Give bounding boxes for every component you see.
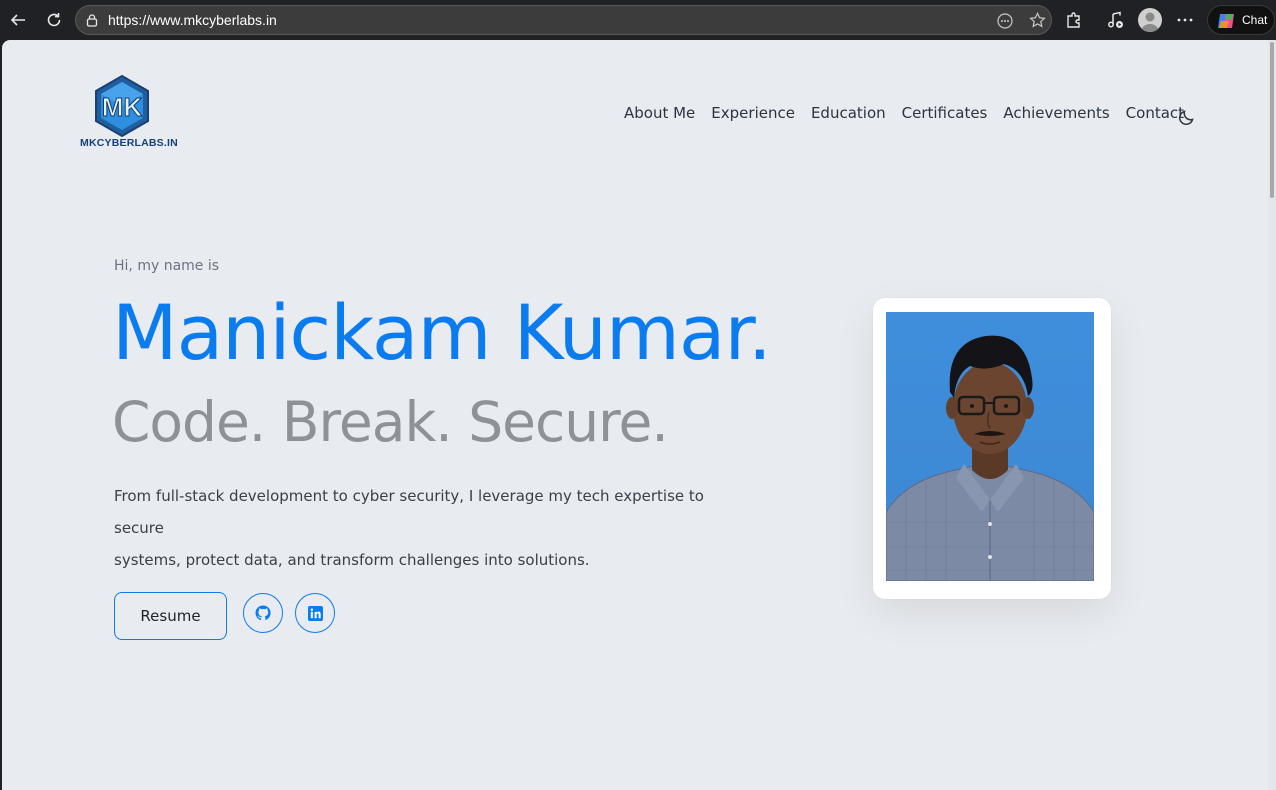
- url-text: https://www.mkcyberlabs.in: [108, 12, 277, 28]
- media-control-icon[interactable]: [1105, 10, 1125, 30]
- logo-mark: MK: [102, 92, 143, 122]
- main-nav: About Me Experience Education Certificat…: [624, 104, 1184, 122]
- linkedin-button[interactable]: [295, 593, 335, 633]
- hero-name: Manickam Kumar.: [112, 288, 772, 377]
- linkedin-icon: [307, 605, 323, 621]
- github-button[interactable]: [243, 593, 283, 633]
- logo-text: MKCYBERLABS.IN: [80, 137, 178, 149]
- hero-intro: From full-stack development to cyber sec…: [114, 480, 754, 576]
- back-arrow-icon: [10, 14, 25, 26]
- nav-education[interactable]: Education: [811, 104, 886, 122]
- scroll-thumb[interactable]: [1270, 42, 1274, 198]
- site-logo[interactable]: MK MKCYBERLABS.IN: [80, 74, 178, 154]
- profile-photo: [886, 312, 1094, 581]
- extensions-icon[interactable]: [1064, 10, 1084, 30]
- nav-about-me[interactable]: About Me: [624, 104, 695, 122]
- back-button[interactable]: [6, 8, 30, 32]
- nav-experience[interactable]: Experience: [711, 104, 795, 122]
- intro-line-2: systems, protect data, and transform cha…: [114, 551, 590, 569]
- profile-avatar[interactable]: [1138, 8, 1162, 32]
- hero-tagline: Code. Break. Secure.: [112, 390, 669, 454]
- nav-certificates[interactable]: Certificates: [902, 104, 988, 122]
- resume-button[interactable]: Resume: [114, 592, 227, 640]
- favorite-star-icon[interactable]: [1028, 11, 1047, 30]
- more-options-icon[interactable]: [1176, 12, 1194, 28]
- intro-line-1: From full-stack development to cyber sec…: [114, 487, 704, 537]
- nav-contact[interactable]: Contact: [1126, 104, 1184, 122]
- person-icon: [1141, 12, 1159, 32]
- github-icon: [255, 605, 271, 621]
- webpage: MK MKCYBERLABS.IN About Me Experience Ed…: [2, 40, 1268, 790]
- address-bar[interactable]: https://www.mkcyberlabs.in: [75, 5, 1052, 35]
- read-aloud-icon[interactable]: [996, 12, 1014, 30]
- moon-icon[interactable]: [1178, 108, 1196, 126]
- reload-icon: [47, 13, 61, 27]
- chat-label: Chat: [1242, 13, 1268, 27]
- page-scrollbar[interactable]: [1268, 40, 1276, 790]
- nav-achievements[interactable]: Achievements: [1003, 104, 1109, 122]
- copilot-icon: [1218, 14, 1234, 28]
- copilot-chat-button[interactable]: Chat: [1207, 5, 1275, 35]
- profile-photo-card: [873, 298, 1111, 599]
- greeting-text: Hi, my name is: [114, 258, 220, 274]
- lock-icon: [86, 14, 98, 27]
- browser-toolbar: https://www.mkcyberlabs.in Chat: [0, 0, 1276, 40]
- reload-button[interactable]: [42, 8, 66, 32]
- logo-hexagon-icon: MK: [95, 74, 149, 138]
